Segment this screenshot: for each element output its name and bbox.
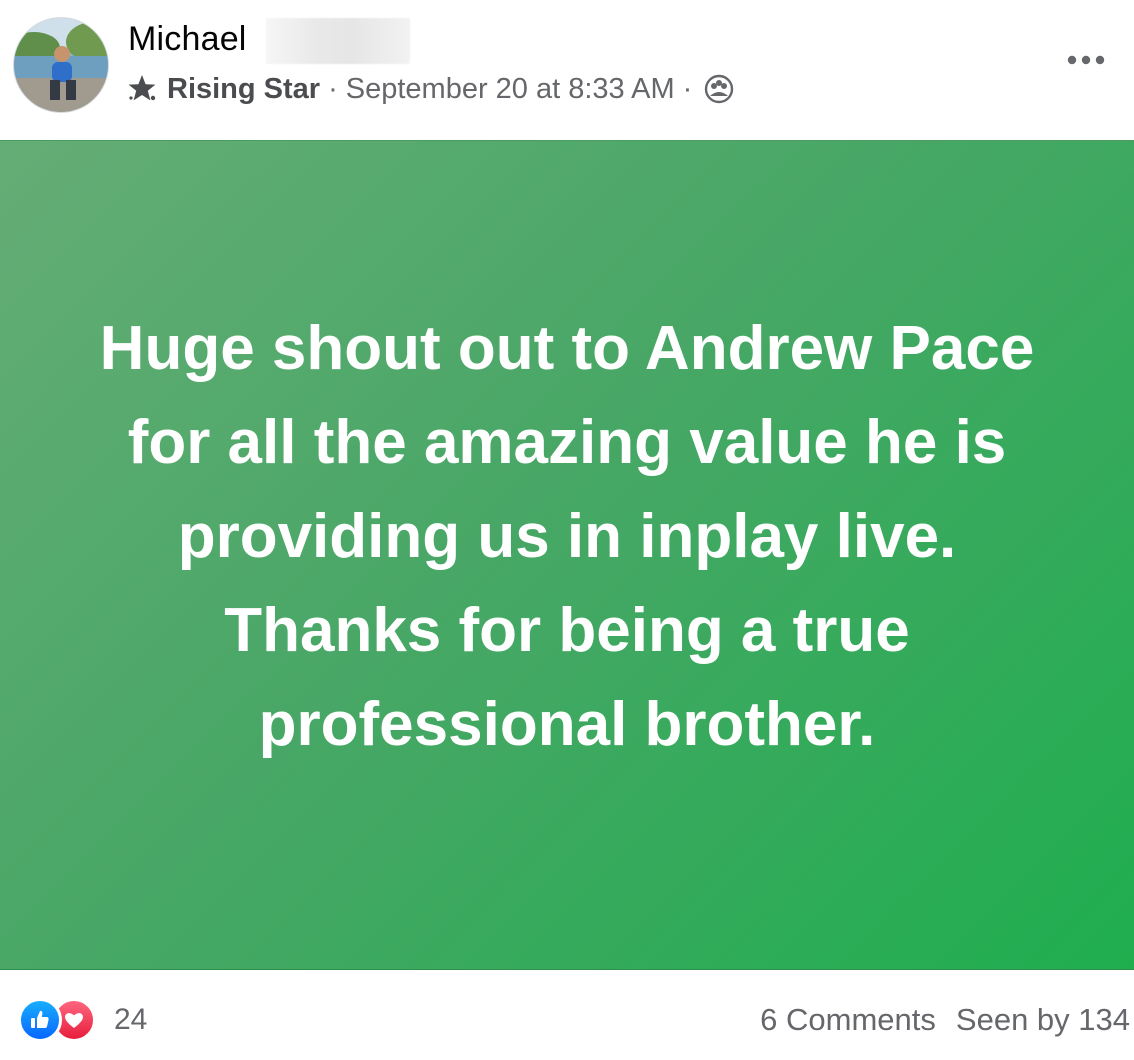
post-text: Huge shout out to Andrew Pace for all th… (27, 302, 1107, 772)
badge-label[interactable]: Rising Star (167, 73, 320, 106)
more-options-icon (1067, 55, 1105, 65)
seen-by-count[interactable]: Seen by 134 (956, 1002, 1130, 1038)
post-text-line: for all the amazing value he is (127, 408, 1007, 477)
comments-count-link[interactable]: 6 Comments (760, 1002, 936, 1038)
post-text-background: Huge shout out to Andrew Pace for all th… (0, 140, 1134, 970)
post-stats: 6 Comments Seen by 134 (760, 1002, 1130, 1038)
post-text-line: Thanks for being a true (224, 596, 910, 665)
post-timestamp[interactable]: September 20 at 8:33 AM (346, 73, 675, 106)
name-redaction (266, 18, 410, 64)
post-text-line: professional brother. (258, 690, 876, 759)
post-meta: Rising Star · September 20 at 8:33 AM · (126, 70, 734, 108)
star-icon (126, 73, 158, 105)
group-audience-icon[interactable] (704, 74, 734, 104)
post-header: Michael Rising Star · September 20 at 8:… (0, 0, 1134, 140)
post-card: Michael Rising Star · September 20 at 8:… (0, 0, 1134, 1060)
meta-separator: · (682, 72, 693, 105)
reaction-count[interactable]: 24 (114, 1003, 147, 1037)
post-footer: 24 6 Comments Seen by 134 (0, 970, 1134, 1060)
post-text-line: Huge shout out to Andrew Pace (99, 314, 1035, 383)
reactions-summary[interactable]: 24 (18, 998, 147, 1042)
author-name[interactable]: Michael (128, 20, 247, 59)
meta-separator: · (328, 72, 338, 105)
post-text-line: providing us in inplay live. (177, 502, 957, 571)
author-avatar[interactable] (13, 17, 109, 113)
more-options-button[interactable] (1062, 44, 1110, 76)
like-reaction-icon (18, 998, 62, 1042)
